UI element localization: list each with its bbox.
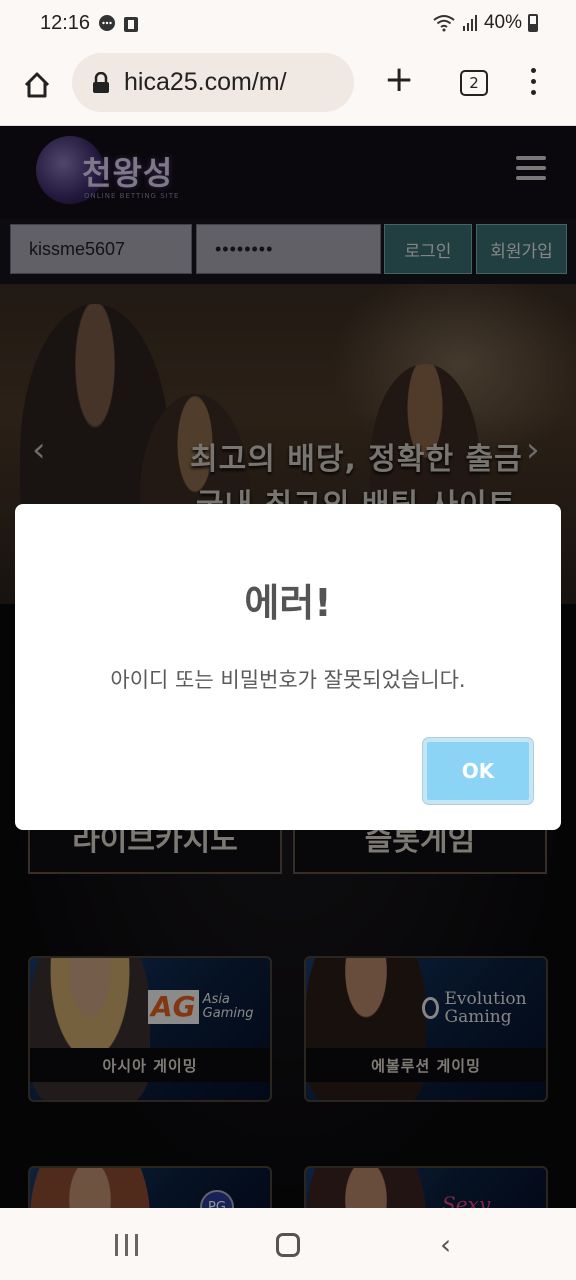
lock-icon — [93, 71, 109, 93]
battery-icon — [528, 14, 538, 32]
dialog-title: 에러! — [244, 581, 332, 625]
home-button[interactable] — [18, 66, 56, 104]
address-bar[interactable]: hica25.com/m/ — [72, 53, 354, 112]
clipboard-icon — [124, 17, 138, 32]
tab-switcher-button[interactable]: 2 — [460, 70, 488, 96]
recent-apps-icon[interactable] — [115, 1234, 138, 1256]
browser-menu-button[interactable] — [527, 68, 539, 95]
home-nav-icon[interactable] — [276, 1233, 300, 1257]
new-tab-button[interactable]: + — [384, 62, 414, 98]
wifi-icon — [433, 15, 455, 32]
battery-percent: 40% — [483, 12, 522, 33]
status-time: 12:16 — [40, 12, 91, 34]
status-bar: 12:16 40% — [0, 0, 576, 50]
dialog-message: 아이디 또는 비밀번호가 잘못되었습니다. — [110, 668, 466, 692]
chat-icon — [99, 15, 115, 31]
url-text: hica25.com/m/ — [124, 68, 287, 96]
notification-icons — [98, 15, 140, 33]
error-dialog: 에러! 아이디 또는 비밀번호가 잘못되었습니다. OK — [15, 504, 561, 830]
status-right: 40% — [432, 12, 538, 34]
ok-button[interactable]: OK — [423, 738, 533, 804]
browser-toolbar: hica25.com/m/ + 2 — [0, 50, 576, 126]
home-icon — [24, 72, 50, 98]
signal-icon — [462, 15, 477, 31]
system-nav-bar: ‹ — [0, 1208, 576, 1280]
back-icon[interactable]: ‹ — [440, 1228, 451, 1261]
